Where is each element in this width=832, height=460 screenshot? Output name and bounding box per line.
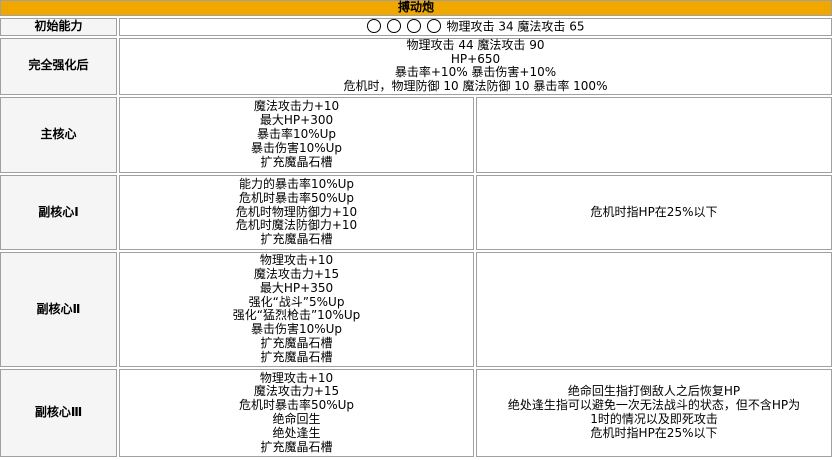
effect-line: 暴击率10%Up	[256, 127, 337, 142]
main-core-notes	[476, 96, 832, 173]
note-line: 危机时指HP在25%以下	[590, 204, 718, 219]
sub-core-1-notes: 危机时指HP在25%以下	[476, 174, 832, 250]
note-line: 危机时指HP在25%以下	[590, 425, 718, 440]
effect-line: 暴击伤害10%Up	[250, 140, 343, 155]
weapon-title: 搏动炮	[0, 0, 832, 16]
note-line: 绝处逢生指可以避免一次无法战斗的状态，但不含HP为	[507, 398, 801, 413]
note-line: 1时的情况以及即死攻击	[590, 411, 718, 426]
effect-line: 绝命回生	[272, 411, 321, 426]
enhanced-label: 完全强化后	[0, 37, 117, 95]
effect-line: 暴击伤害10%Up	[250, 322, 343, 337]
initial-value: 物理攻击 34 魔法攻击 65	[119, 18, 832, 36]
effect-line: 能力的暴击率10%Up	[238, 176, 355, 191]
effect-line: 扩充魔晶石槽	[260, 439, 333, 454]
sub-core-2-label: 副核心Ⅱ	[0, 251, 117, 367]
sub-core-3-notes: 绝命回生指打倒敌人之后恢复HP 绝处逢生指可以避免一次无法战斗的状态，但不含HP为…	[476, 368, 832, 457]
effect-line: 最大HP+350	[259, 280, 334, 295]
main-core-label: 主核心	[0, 96, 117, 173]
sub-core-2-effects: 物理攻击+10 魔法攻击力+15 最大HP+350 强化“战斗”5%Up 强化“猛烈枪击…	[119, 251, 474, 367]
sub-core-1-effects: 能力的暴击率10%Up 危机时暴击率50%Up 危机时物理防御力+10 危机时魔法防御…	[119, 174, 474, 250]
effect-line: 扩充魔晶石槽	[260, 336, 333, 351]
effect-line: 魔法攻击力+10	[253, 99, 340, 114]
sub-core-3-label: 副核心Ⅲ	[0, 368, 117, 457]
effect-line: 危机时暴击率50%Up	[238, 398, 355, 413]
enhanced-stat-line: 物理攻击 44 魔法攻击 90	[406, 37, 545, 52]
effect-line: 扩充魔晶石槽	[260, 349, 333, 364]
effect-line: 最大HP+300	[259, 113, 334, 128]
enhanced-stat-line: 危机时，物理防御 10 魔法防御 10 暴击率 100%	[343, 79, 608, 94]
effect-line: 绝处逢生	[272, 425, 321, 440]
sub-core-3-effects: 物理攻击+10 魔法攻击力+15 危机时暴击率50%Up 绝命回生 绝处逢生 扩充魔晶石槽	[119, 368, 474, 457]
effect-line: 魔法攻击力+15	[253, 267, 340, 282]
enhanced-stats: 物理攻击 44 魔法攻击 90 HP+650 暴击率+10% 暴击伤害+10% 危机时…	[119, 37, 832, 95]
initial-label: 初始能力	[0, 18, 117, 36]
effect-line: 危机时暴击率50%Up	[238, 190, 355, 205]
slot-circle-icon	[406, 19, 421, 33]
slot-circle-icon	[366, 19, 381, 33]
sub-core-2-notes	[476, 251, 832, 367]
effect-line: 扩充魔晶石槽	[260, 232, 333, 247]
effect-line: 扩充魔晶石槽	[260, 154, 333, 169]
slot-circle-icon	[386, 19, 401, 33]
initial-stats: 物理攻击 34 魔法攻击 65	[446, 19, 585, 34]
weapon-table: 搏动炮 初始能力 物理攻击 34 魔法攻击 65 完全强化后 物理攻击 44 魔…	[0, 0, 832, 459]
slot-circles	[366, 19, 447, 35]
main-core-effects: 魔法攻击力+10 最大HP+300 暴击率10%Up 暴击伤害10%Up 扩充魔晶石槽	[119, 96, 474, 173]
slot-circle-icon	[426, 19, 441, 33]
sub-core-1-label: 副核心Ⅰ	[0, 174, 117, 250]
